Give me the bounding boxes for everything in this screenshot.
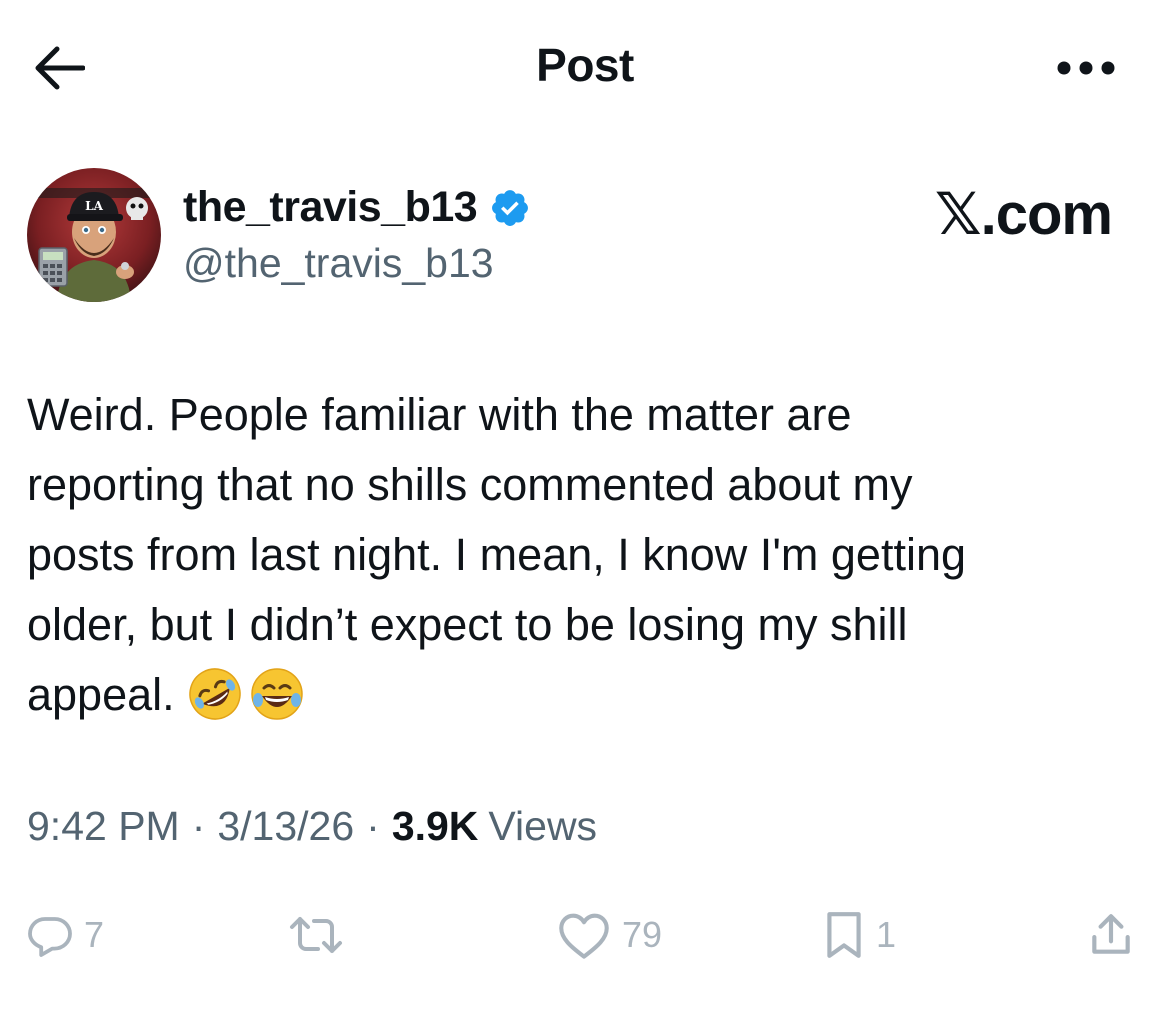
share-icon	[1092, 914, 1130, 954]
views-count[interactable]: 3.9K	[392, 803, 479, 850]
post-page: Post LA the_travis_b13 @the_travis_b13 𝕏…	[0, 0, 1170, 1027]
page-title: Post	[536, 39, 634, 91]
more-dots-icon	[1057, 61, 1115, 75]
meta-separator: ·	[191, 803, 206, 849]
top-bar: Post	[0, 0, 1170, 135]
x-logo-icon: 𝕏	[934, 180, 982, 248]
verified-badge-icon[interactable]	[489, 187, 531, 229]
repost-icon	[290, 917, 342, 953]
share-button[interactable]	[1086, 895, 1136, 975]
avatar[interactable]: LA	[27, 168, 161, 302]
author-handle[interactable]: @the_travis_b13	[183, 240, 494, 287]
bookmark-icon	[827, 912, 861, 958]
x-com-logo-text: .com	[980, 182, 1113, 247]
meta-separator: ·	[366, 803, 380, 849]
svg-text:LA: LA	[85, 199, 103, 213]
action-bar: 7 79 1	[0, 895, 1170, 975]
reply-icon	[28, 917, 72, 957]
author-name-row: the_travis_b13	[183, 183, 531, 232]
author-display-name[interactable]: the_travis_b13	[183, 183, 478, 232]
x-com-logo: 𝕏 .com	[934, 180, 1113, 248]
post-meta: 9:42 PM · 3/13/26 · 3.9K Views	[27, 803, 597, 850]
heart-icon	[559, 913, 609, 959]
bookmark-button[interactable]: 1	[822, 895, 896, 975]
more-options-button[interactable]	[1050, 44, 1122, 92]
post-text-content: Weird. People familiar with the matter a…	[27, 389, 967, 720]
reply-count: 7	[84, 914, 105, 955]
views-label[interactable]: Views	[488, 803, 597, 850]
tears-of-joy-emoji	[251, 668, 303, 720]
post-time: 9:42 PM	[27, 803, 180, 849]
bookmark-count: 1	[876, 914, 897, 955]
post-text: Weird. People familiar with the matter a…	[27, 380, 1137, 730]
repost-button[interactable]	[288, 895, 354, 975]
reply-button[interactable]: 7	[26, 895, 104, 975]
like-count: 79	[622, 914, 663, 955]
post-date: 3/13/26	[217, 803, 355, 849]
avatar-image: LA	[27, 168, 161, 302]
like-button[interactable]: 79	[556, 895, 662, 975]
rolling-on-floor-laughing-emoji	[189, 668, 241, 720]
